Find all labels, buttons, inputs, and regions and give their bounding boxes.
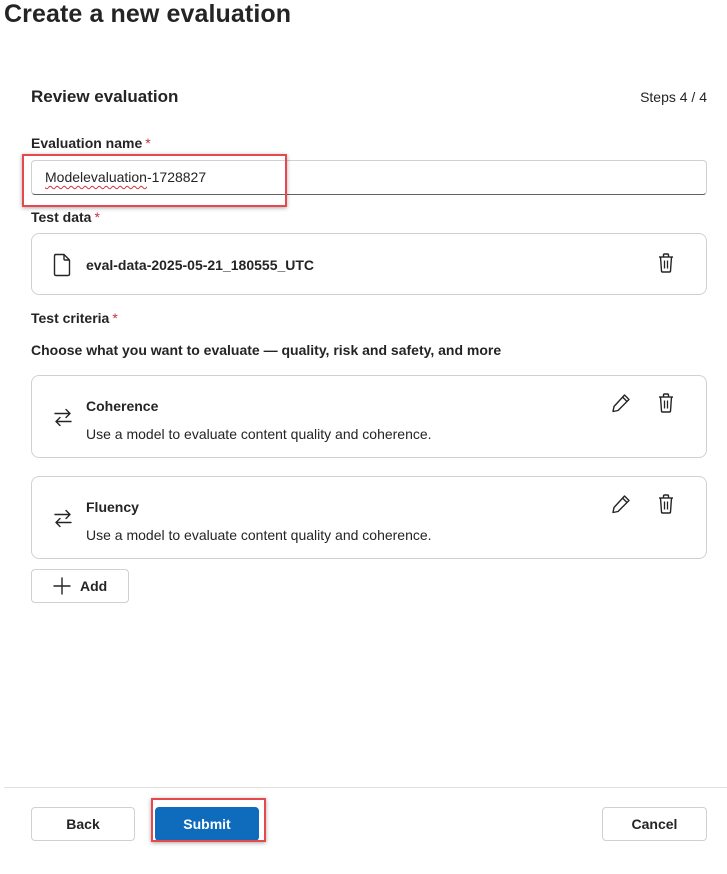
criteria-title: Coherence: [86, 398, 159, 414]
plus-icon: [53, 577, 71, 595]
pencil-icon[interactable]: [610, 493, 632, 515]
section-title: Review evaluation: [31, 87, 179, 106]
arrows-swap-icon: [54, 408, 72, 427]
trash-icon[interactable]: [656, 252, 676, 274]
arrows-swap-icon: [54, 509, 72, 528]
evaluation-name-label: Evaluation name *: [31, 135, 151, 151]
pencil-icon[interactable]: [610, 392, 632, 414]
required-mark: *: [112, 310, 118, 326]
required-mark: *: [94, 209, 100, 225]
criteria-card-coherence: Coherence Use a model to evaluate conten…: [31, 375, 707, 458]
test-data-label-text: Test data: [31, 209, 92, 225]
evaluation-name-input[interactable]: [31, 160, 707, 195]
criteria-description: Use a model to evaluate content quality …: [86, 426, 432, 442]
required-mark: *: [145, 135, 151, 151]
trash-icon[interactable]: [656, 493, 676, 515]
add-label: Add: [80, 578, 108, 594]
criteria-description: Use a model to evaluate content quality …: [86, 527, 432, 543]
trash-icon[interactable]: [656, 392, 676, 414]
criteria-card-fluency: Fluency Use a model to evaluate content …: [31, 476, 707, 559]
document-icon: [53, 253, 71, 277]
test-criteria-description: Choose what you want to evaluate — quali…: [31, 342, 502, 358]
test-criteria-label: Test criteria *: [31, 310, 118, 326]
steps-indicator: Steps 4 / 4: [640, 89, 707, 105]
test-data-file-name: eval-data-2025-05-21_180555_UTC: [86, 257, 315, 273]
test-data-label: Test data *: [31, 209, 100, 225]
cancel-button[interactable]: Cancel: [602, 807, 707, 841]
back-button[interactable]: Back: [31, 807, 135, 841]
evaluation-name-label-text: Evaluation name: [31, 135, 143, 151]
submit-button[interactable]: Submit: [155, 807, 259, 841]
page-title: Create a new evaluation: [4, 0, 292, 28]
add-criteria-button[interactable]: Add: [31, 569, 129, 603]
test-criteria-label-text: Test criteria: [31, 310, 110, 326]
footer-divider: [4, 787, 727, 788]
test-data-file-card: eval-data-2025-05-21_180555_UTC: [31, 233, 707, 295]
criteria-title: Fluency: [86, 499, 139, 515]
